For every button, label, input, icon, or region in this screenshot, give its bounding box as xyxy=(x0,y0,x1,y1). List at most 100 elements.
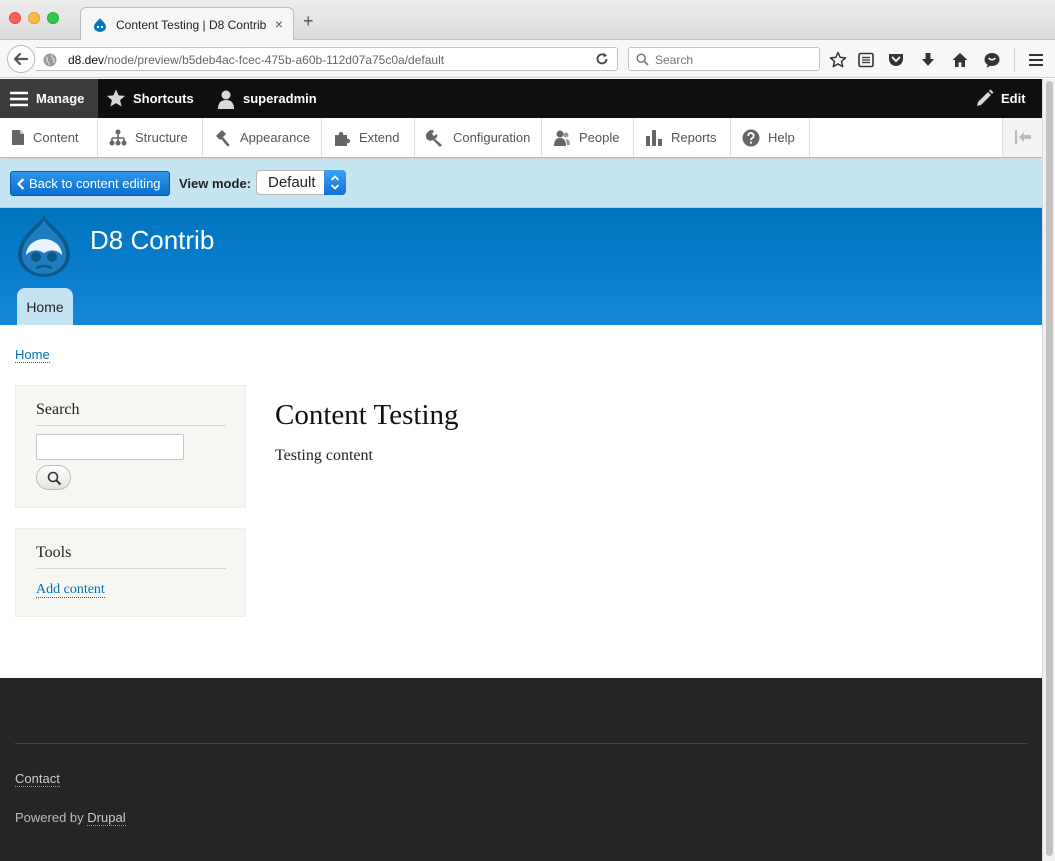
tray-item-content[interactable]: Content xyxy=(0,118,98,157)
back-to-content-editing-label: Back to content editing xyxy=(29,176,161,191)
search-submit-button[interactable] xyxy=(36,465,71,490)
powered-by-prefix: Powered by xyxy=(15,810,84,825)
new-tab-button[interactable]: + xyxy=(303,12,314,30)
download-icon[interactable] xyxy=(919,51,937,69)
search-block: Search xyxy=(15,385,246,508)
tray-item-label: Help xyxy=(768,130,795,145)
view-mode-select[interactable]: Default xyxy=(256,170,346,195)
back-button[interactable] xyxy=(7,45,35,73)
scrollbar-thumb[interactable] xyxy=(1046,81,1053,856)
url-bar[interactable]: d8.dev/node/preview/b5deb4ac-fcec-475b-a… xyxy=(36,47,618,71)
back-to-content-editing-button[interactable]: Back to content editing xyxy=(10,171,170,196)
drupal-favicon-icon xyxy=(94,18,106,32)
minimize-window-button[interactable] xyxy=(28,12,40,24)
search-icon xyxy=(636,53,649,66)
search-block-title: Search xyxy=(36,401,226,426)
drupal-logo-icon[interactable] xyxy=(14,213,74,279)
reading-list-icon[interactable] xyxy=(857,51,875,69)
bar-chart-icon xyxy=(646,129,662,146)
site-header: D8 Contrib Home xyxy=(0,208,1042,325)
user-label: superadmin xyxy=(243,91,317,106)
tray-item-people[interactable]: People xyxy=(542,118,634,157)
tray-item-label: Configuration xyxy=(453,130,531,145)
manage-label: Manage xyxy=(36,91,85,106)
chevron-left-icon xyxy=(17,177,25,190)
user-icon xyxy=(218,90,234,109)
browser-tab[interactable]: Content Testing | D8 Contrib × xyxy=(80,7,294,41)
site-name[interactable]: D8 Contrib xyxy=(90,225,214,256)
user-tab[interactable]: superadmin xyxy=(216,79,317,118)
browser-search-input[interactable] xyxy=(655,51,815,68)
tray-item-extend[interactable]: Extend xyxy=(322,118,415,157)
tray-item-label: Extend xyxy=(359,130,400,145)
people-icon xyxy=(554,130,570,146)
tray-item-label: People xyxy=(579,130,620,145)
search-input[interactable] xyxy=(36,434,184,460)
breadcrumb-home[interactable]: Home xyxy=(15,348,50,363)
tray-item-appearance[interactable]: Appearance xyxy=(203,118,322,157)
globe-icon xyxy=(43,53,57,67)
tray-item-label: Content xyxy=(33,130,79,145)
arrow-left-icon xyxy=(13,52,29,66)
search-icon xyxy=(47,471,62,486)
tray-item-configuration[interactable]: Configuration xyxy=(415,118,542,157)
tray-item-label: Appearance xyxy=(240,130,311,145)
puzzle-icon xyxy=(335,131,351,146)
shortcuts-tab[interactable]: Shortcuts xyxy=(106,79,194,118)
close-window-button[interactable] xyxy=(9,12,21,24)
browser-navbar: d8.dev/node/preview/b5deb4ac-fcec-475b-a… xyxy=(0,40,1055,78)
manage-tab[interactable]: Manage xyxy=(0,79,98,118)
node-body: Testing content xyxy=(275,447,373,464)
tray-item-structure[interactable]: Structure xyxy=(98,118,203,157)
tray-item-help[interactable]: Help xyxy=(731,118,810,157)
edit-tab[interactable]: Edit xyxy=(975,79,1026,118)
tray-item-reports[interactable]: Reports xyxy=(634,118,731,157)
admin-toolbar: Manage Shortcuts superadmin Edit xyxy=(0,79,1042,118)
chat-icon[interactable] xyxy=(983,51,1001,69)
sitemap-icon xyxy=(109,129,127,146)
tab-close-icon[interactable]: × xyxy=(275,16,283,32)
tray-item-label: Reports xyxy=(671,130,717,145)
url-text[interactable]: d8.dev/node/preview/b5deb4ac-fcec-475b-a… xyxy=(68,53,444,67)
tools-block-title: Tools xyxy=(36,544,226,569)
star-icon[interactable] xyxy=(829,51,847,69)
url-host: d8.dev xyxy=(68,53,105,67)
add-content-link[interactable]: Add content xyxy=(36,583,105,598)
reload-icon[interactable] xyxy=(595,52,609,66)
site-footer: Contact Powered by Drupal xyxy=(0,678,1042,861)
admin-tray: Content Structure Appearance Extend Conf… xyxy=(0,118,1042,158)
view-mode-value: Default xyxy=(268,174,316,191)
edit-label: Edit xyxy=(1001,91,1026,106)
drupal-link[interactable]: Drupal xyxy=(87,810,126,826)
star-icon xyxy=(107,89,125,107)
help-icon xyxy=(742,129,760,146)
main-nav-home-label: Home xyxy=(26,298,64,315)
footer-contact-link[interactable]: Contact xyxy=(15,772,60,787)
view-mode-label: View mode: xyxy=(179,176,252,191)
node-preview-bar: Back to content editing View mode: Defau… xyxy=(0,159,1042,208)
toolbar-separator xyxy=(1014,48,1015,72)
page-scrollbar[interactable] xyxy=(1042,79,1055,861)
wrench-icon xyxy=(426,129,442,147)
browser-titlebar: Content Testing | D8 Contrib × + xyxy=(0,0,1055,41)
tools-block: Tools Add content xyxy=(15,528,246,617)
paint-roller-icon xyxy=(216,129,230,146)
hamburger-icon xyxy=(10,91,28,106)
pencil-icon xyxy=(977,89,994,106)
pocket-icon[interactable] xyxy=(887,51,905,69)
select-arrows-icon xyxy=(324,170,346,195)
zoom-window-button[interactable] xyxy=(47,12,59,24)
home-icon[interactable] xyxy=(951,51,969,69)
browser-search-box[interactable] xyxy=(628,47,820,71)
url-path: /node/preview/b5deb4ac-fcec-475b-a60b-11… xyxy=(104,53,445,67)
page-title: Content Testing xyxy=(275,399,459,431)
collapse-left-icon xyxy=(1014,130,1031,144)
main-nav-home[interactable]: Home xyxy=(17,288,73,325)
menu-icon[interactable] xyxy=(1027,51,1045,69)
footer-divider xyxy=(15,743,1027,744)
shortcuts-label: Shortcuts xyxy=(133,91,194,106)
powered-by: Powered by Drupal xyxy=(15,810,126,826)
tray-item-label: Structure xyxy=(135,130,188,145)
tray-orientation-toggle[interactable] xyxy=(1002,118,1042,157)
document-icon xyxy=(12,130,24,145)
